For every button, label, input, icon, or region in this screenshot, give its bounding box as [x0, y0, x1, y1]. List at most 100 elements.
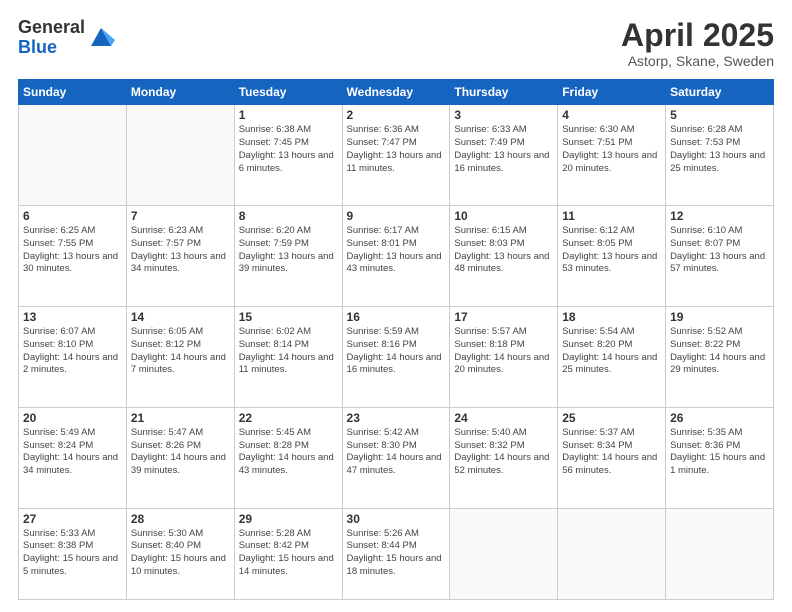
day-info: Sunrise: 5:35 AM Sunset: 8:36 PM Dayligh…	[670, 427, 769, 478]
week-row-1: 1Sunrise: 6:38 AM Sunset: 7:45 PM Daylig…	[19, 105, 774, 206]
week-row-2: 6Sunrise: 6:25 AM Sunset: 7:55 PM Daylig…	[19, 206, 774, 307]
title-block: April 2025 Astorp, Skane, Sweden	[621, 18, 774, 69]
day-info: Sunrise: 6:12 AM Sunset: 8:05 PM Dayligh…	[562, 225, 661, 276]
day-number: 26	[670, 411, 769, 425]
day-number: 20	[23, 411, 122, 425]
logo: General Blue	[18, 18, 115, 58]
calendar-cell: 3Sunrise: 6:33 AM Sunset: 7:49 PM Daylig…	[450, 105, 558, 206]
calendar-cell: 4 Sunrise: 6:30 AM Sunset: 7:51 PM Daylig…	[558, 105, 666, 206]
day-number: 17	[454, 310, 553, 324]
day-info: Sunrise: 6:05 AM Sunset: 8:12 PM Dayligh…	[131, 326, 230, 377]
calendar-cell	[558, 508, 666, 599]
calendar-cell: 17 Sunrise: 5:57 AM Sunset: 8:18 PM Dayli…	[450, 306, 558, 407]
day-info: Sunrise: 6:25 AM Sunset: 7:55 PM Dayligh…	[23, 225, 122, 276]
day-info: Sunrise: 6:07 AM Sunset: 8:10 PM Dayligh…	[23, 326, 122, 377]
calendar-cell: 15 Sunrise: 6:02 AM Sunset: 8:14 PM Dayli…	[234, 306, 342, 407]
calendar-cell: 1Sunrise: 6:38 AM Sunset: 7:45 PM Daylig…	[234, 105, 342, 206]
week-row-3: 13 Sunrise: 6:07 AM Sunset: 8:10 PM Dayli…	[19, 306, 774, 407]
day-number: 18	[562, 310, 661, 324]
day-info: Sunrise: 5:57 AM Sunset: 8:18 PM Dayligh…	[454, 326, 553, 377]
day-number: 23	[347, 411, 446, 425]
day-number: 28	[131, 512, 230, 526]
day-info: Sunrise: 6:33 AM Sunset: 7:49 PM Dayligh…	[454, 124, 553, 175]
day-number: 12	[670, 209, 769, 223]
calendar-cell: 11 Sunrise: 6:12 AM Sunset: 8:05 PM Dayli…	[558, 206, 666, 307]
weekday-header-thursday: Thursday	[450, 80, 558, 105]
day-number: 24	[454, 411, 553, 425]
logo-general-text: General	[18, 18, 85, 38]
day-number: 27	[23, 512, 122, 526]
calendar-cell: 13 Sunrise: 6:07 AM Sunset: 8:10 PM Dayli…	[19, 306, 127, 407]
calendar-cell: 18 Sunrise: 5:54 AM Sunset: 8:20 PM Dayli…	[558, 306, 666, 407]
day-number: 25	[562, 411, 661, 425]
calendar-cell	[666, 508, 774, 599]
weekday-header-friday: Friday	[558, 80, 666, 105]
day-number: 16	[347, 310, 446, 324]
day-number: 11	[562, 209, 661, 223]
day-number: 2	[347, 108, 446, 122]
weekday-header-monday: Monday	[126, 80, 234, 105]
calendar-cell: 19Sunrise: 5:52 AM Sunset: 8:22 PM Dayli…	[666, 306, 774, 407]
calendar-cell: 10Sunrise: 6:15 AM Sunset: 8:03 PM Dayli…	[450, 206, 558, 307]
title-month: April 2025	[621, 18, 774, 53]
title-location: Astorp, Skane, Sweden	[621, 53, 774, 69]
day-info: Sunrise: 5:37 AM Sunset: 8:34 PM Dayligh…	[562, 427, 661, 478]
calendar-cell	[126, 105, 234, 206]
day-info: Sunrise: 6:30 AM Sunset: 7:51 PM Dayligh…	[562, 124, 661, 175]
calendar-cell: 12 Sunrise: 6:10 AM Sunset: 8:07 PM Dayli…	[666, 206, 774, 307]
day-number: 21	[131, 411, 230, 425]
day-info: Sunrise: 5:47 AM Sunset: 8:26 PM Dayligh…	[131, 427, 230, 478]
day-number: 29	[239, 512, 338, 526]
logo-blue-text: Blue	[18, 38, 85, 58]
header: General Blue April 2025 Astorp, Skane, S…	[18, 18, 774, 69]
day-info: Sunrise: 6:36 AM Sunset: 7:47 PM Dayligh…	[347, 124, 446, 175]
logo-icon	[87, 22, 115, 50]
calendar-cell: 16 Sunrise: 5:59 AM Sunset: 8:16 PM Dayli…	[342, 306, 450, 407]
day-info: Sunrise: 6:02 AM Sunset: 8:14 PM Dayligh…	[239, 326, 338, 377]
day-info: Sunrise: 5:40 AM Sunset: 8:32 PM Dayligh…	[454, 427, 553, 478]
calendar-cell: 25 Sunrise: 5:37 AM Sunset: 8:34 PM Dayli…	[558, 407, 666, 508]
day-info: Sunrise: 6:23 AM Sunset: 7:57 PM Dayligh…	[131, 225, 230, 276]
day-info: Sunrise: 5:45 AM Sunset: 8:28 PM Dayligh…	[239, 427, 338, 478]
day-info: Sunrise: 5:42 AM Sunset: 8:30 PM Dayligh…	[347, 427, 446, 478]
day-number: 15	[239, 310, 338, 324]
weekday-header-wednesday: Wednesday	[342, 80, 450, 105]
calendar-cell: 6Sunrise: 6:25 AM Sunset: 7:55 PM Daylig…	[19, 206, 127, 307]
day-info: Sunrise: 5:26 AM Sunset: 8:44 PM Dayligh…	[347, 528, 446, 579]
calendar-cell: 20Sunrise: 5:49 AM Sunset: 8:24 PM Dayli…	[19, 407, 127, 508]
day-info: Sunrise: 6:17 AM Sunset: 8:01 PM Dayligh…	[347, 225, 446, 276]
calendar-cell: 26 Sunrise: 5:35 AM Sunset: 8:36 PM Dayli…	[666, 407, 774, 508]
weekday-header-sunday: Sunday	[19, 80, 127, 105]
day-number: 13	[23, 310, 122, 324]
day-info: Sunrise: 5:30 AM Sunset: 8:40 PM Dayligh…	[131, 528, 230, 579]
day-info: Sunrise: 5:28 AM Sunset: 8:42 PM Dayligh…	[239, 528, 338, 579]
calendar-cell	[19, 105, 127, 206]
calendar-cell: 2 Sunrise: 6:36 AM Sunset: 7:47 PM Daylig…	[342, 105, 450, 206]
calendar-table: SundayMondayTuesdayWednesdayThursdayFrid…	[18, 79, 774, 600]
day-number: 1	[239, 108, 338, 122]
week-row-5: 27 Sunrise: 5:33 AM Sunset: 8:38 PM Dayli…	[19, 508, 774, 599]
day-number: 7	[131, 209, 230, 223]
day-number: 19	[670, 310, 769, 324]
calendar-cell: 23 Sunrise: 5:42 AM Sunset: 8:30 PM Dayli…	[342, 407, 450, 508]
calendar-cell: 30Sunrise: 5:26 AM Sunset: 8:44 PM Dayli…	[342, 508, 450, 599]
weekday-header-saturday: Saturday	[666, 80, 774, 105]
day-info: Sunrise: 5:54 AM Sunset: 8:20 PM Dayligh…	[562, 326, 661, 377]
calendar-cell: 29 Sunrise: 5:28 AM Sunset: 8:42 PM Dayli…	[234, 508, 342, 599]
weekday-header-row: SundayMondayTuesdayWednesdayThursdayFrid…	[19, 80, 774, 105]
calendar-cell: 21 Sunrise: 5:47 AM Sunset: 8:26 PM Dayli…	[126, 407, 234, 508]
calendar-cell: 9 Sunrise: 6:17 AM Sunset: 8:01 PM Daylig…	[342, 206, 450, 307]
calendar-cell: 7 Sunrise: 6:23 AM Sunset: 7:57 PM Daylig…	[126, 206, 234, 307]
calendar-cell: 5Sunrise: 6:28 AM Sunset: 7:53 PM Daylig…	[666, 105, 774, 206]
weekday-header-tuesday: Tuesday	[234, 80, 342, 105]
calendar-cell: 24 Sunrise: 5:40 AM Sunset: 8:32 PM Dayli…	[450, 407, 558, 508]
day-info: Sunrise: 6:10 AM Sunset: 8:07 PM Dayligh…	[670, 225, 769, 276]
day-info: Sunrise: 6:28 AM Sunset: 7:53 PM Dayligh…	[670, 124, 769, 175]
day-info: Sunrise: 5:33 AM Sunset: 8:38 PM Dayligh…	[23, 528, 122, 579]
week-row-4: 20Sunrise: 5:49 AM Sunset: 8:24 PM Dayli…	[19, 407, 774, 508]
day-info: Sunrise: 5:59 AM Sunset: 8:16 PM Dayligh…	[347, 326, 446, 377]
day-number: 4	[562, 108, 661, 122]
calendar-cell: 27 Sunrise: 5:33 AM Sunset: 8:38 PM Dayli…	[19, 508, 127, 599]
day-info: Sunrise: 6:15 AM Sunset: 8:03 PM Dayligh…	[454, 225, 553, 276]
day-number: 9	[347, 209, 446, 223]
